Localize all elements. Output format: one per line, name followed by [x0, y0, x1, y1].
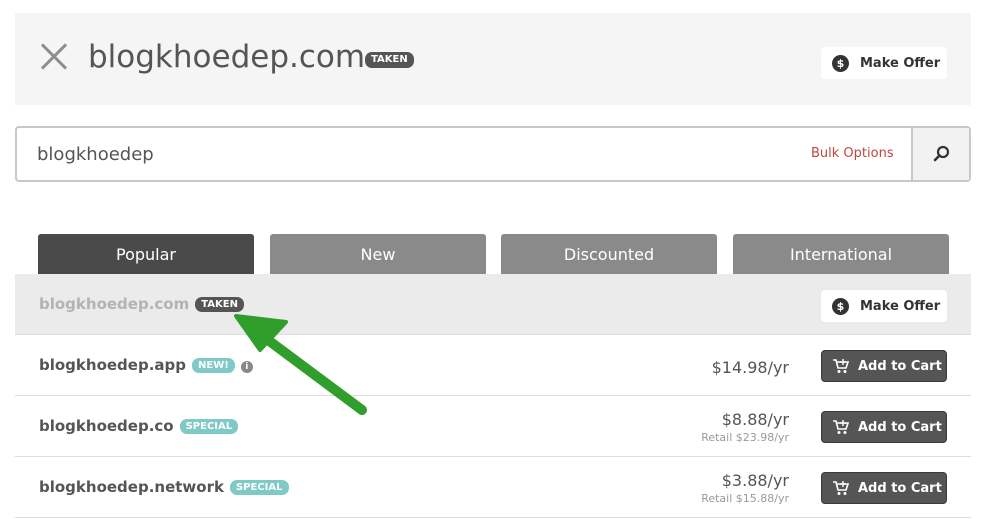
- make-offer-label: Make Offer: [860, 298, 941, 314]
- make-offer-label: Make Offer: [860, 55, 941, 71]
- retail-price: Retail $15.88/yr: [701, 492, 789, 505]
- result-domain: blogkhoedep.com: [39, 295, 190, 313]
- price: $3.88/yr: [721, 471, 789, 490]
- price: $14.98/yr: [711, 358, 789, 377]
- taken-badge: TAKEN: [365, 52, 414, 68]
- new-badge: NEW!: [192, 358, 235, 373]
- result-domain: blogkhoedep.network: [39, 478, 224, 496]
- price: $8.88/yr: [721, 410, 789, 429]
- search-bar: Bulk Options: [15, 126, 971, 182]
- cart-icon: [833, 420, 850, 434]
- tab-popular[interactable]: Popular: [38, 234, 254, 274]
- close-icon[interactable]: [40, 43, 68, 71]
- result-domain: blogkhoedep.co: [39, 417, 174, 435]
- add-to-cart-button[interactable]: Add to Cart: [821, 350, 947, 382]
- make-offer-button[interactable]: $ Make Offer: [821, 47, 947, 79]
- special-badge: SPECIAL: [179, 419, 239, 434]
- header-domain-title: blogkhoedep.com: [88, 39, 366, 75]
- dollar-icon: $: [832, 297, 849, 315]
- add-to-cart-label: Add to Cart: [858, 358, 942, 374]
- result-row-app: blogkhoedep.app NEW! i $14.98/yr Add to Ca…: [15, 335, 971, 396]
- add-to-cart-label: Add to Cart: [858, 480, 942, 496]
- add-to-cart-label: Add to Cart: [858, 419, 942, 435]
- retail-price: Retail $23.98/yr: [701, 431, 789, 444]
- result-domain: blogkhoedep.app: [39, 356, 186, 374]
- dollar-icon: $: [832, 54, 849, 72]
- search-button[interactable]: [911, 128, 969, 180]
- search-input[interactable]: [37, 140, 737, 168]
- tab-new[interactable]: New: [270, 234, 486, 274]
- result-row-com: blogkhoedep.com TAKEN $ Make Offer: [15, 274, 971, 335]
- add-to-cart-button[interactable]: Add to Cart: [821, 472, 947, 504]
- cart-icon: [833, 481, 850, 495]
- add-to-cart-button[interactable]: Add to Cart: [821, 411, 947, 443]
- info-icon[interactable]: i: [240, 361, 253, 373]
- magnifier-icon: [933, 145, 950, 162]
- result-row-co: blogkhoedep.co SPECIAL $8.88/yr Retail $2…: [15, 396, 971, 457]
- make-offer-button[interactable]: $ Make Offer: [821, 290, 947, 322]
- tab-international[interactable]: International: [733, 234, 949, 274]
- bulk-options-link[interactable]: Bulk Options: [811, 146, 894, 161]
- cart-icon: [833, 359, 850, 373]
- result-row-network: blogkhoedep.network SPECIAL $3.88/yr Reta…: [15, 457, 971, 518]
- special-badge: SPECIAL: [229, 480, 289, 495]
- taken-badge: TAKEN: [195, 297, 244, 312]
- tab-discounted[interactable]: Discounted: [501, 234, 717, 274]
